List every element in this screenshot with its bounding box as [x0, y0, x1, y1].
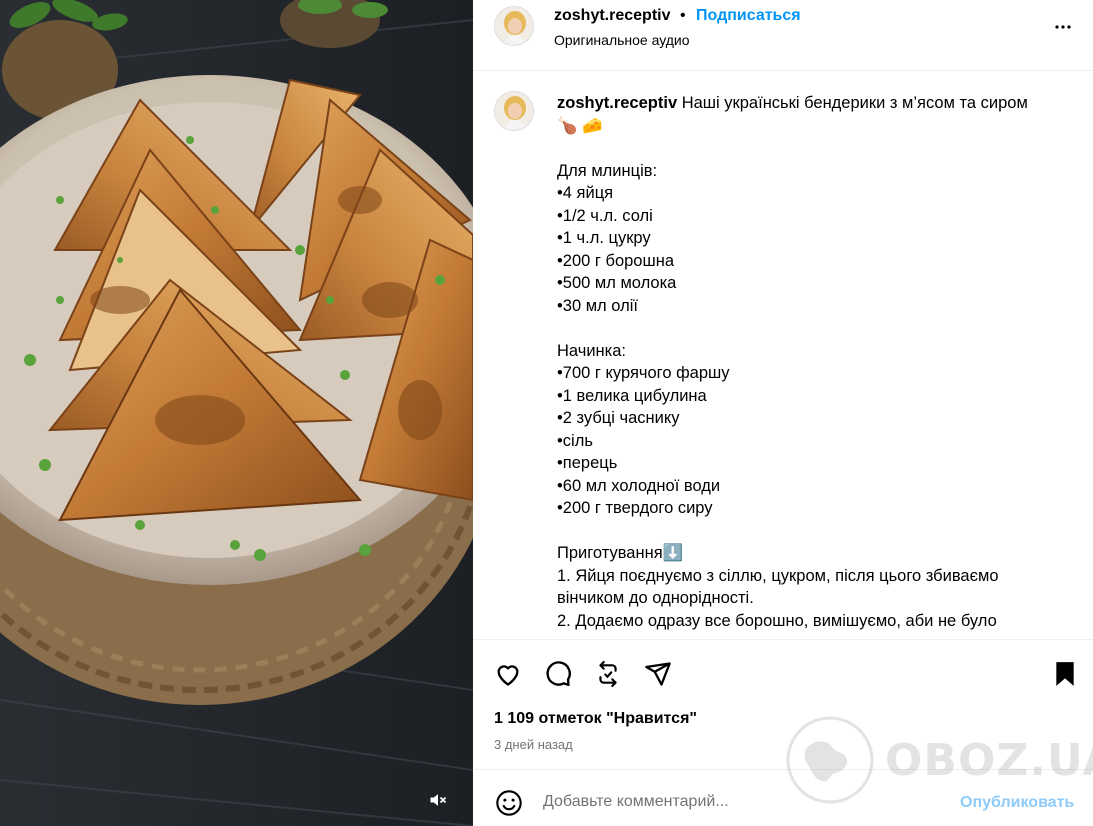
caption-emoji: 🍗 🧀 [557, 116, 603, 135]
post-comment-button[interactable]: Опубликовать [960, 794, 1074, 812]
audio-muted-button[interactable] [428, 790, 452, 814]
caption-scroll-area[interactable]: zoshyt.receptiv Наші українські бендерик… [473, 72, 1093, 639]
repost-icon [599, 661, 617, 687]
send-icon [645, 662, 671, 686]
caption-line: Для млинців: [557, 161, 658, 180]
caption-line: •перець [557, 454, 618, 472]
caption-line: •1 ч.л. цукру [557, 229, 651, 247]
caption-intro: Наші українські бендерики з м’ясом та си… [677, 94, 1028, 112]
repost-button[interactable] [591, 657, 625, 691]
caption-line: •сіль [557, 431, 593, 450]
speaker-muted-icon [430, 794, 447, 806]
comment-icon [546, 661, 571, 687]
emoji-button[interactable] [494, 788, 524, 818]
avatar-image [495, 92, 533, 130]
caption-line: Начинка: [557, 341, 626, 360]
more-horizontal-icon [1055, 25, 1071, 29]
author-avatar[interactable] [494, 6, 534, 46]
caption-line: •4 яйця [557, 184, 614, 202]
bookmark-filled-icon [1056, 662, 1074, 686]
caption-author-avatar[interactable] [494, 91, 534, 131]
post-time[interactable]: 3 дней назад [494, 737, 573, 752]
likes-count[interactable]: 1 109 отметок "Нравится" [494, 710, 697, 728]
save-button[interactable] [1048, 657, 1082, 691]
caption-line: •200 г борошна [557, 251, 674, 270]
food-photo [0, 0, 473, 826]
caption-line [557, 317, 1057, 340]
caption-lines: Для млинців: •4 яйця •1/2 ч.л. солі •1 ч.л.… [557, 137, 1057, 632]
comment-bar: Опубликовать [473, 769, 1093, 826]
caption-line: •700 г курячого фаршу [557, 364, 730, 382]
caption-line: •30 мл олії [557, 296, 638, 315]
post-header: zoshyt.receptiv • Подписаться Оригинальн… [473, 0, 1093, 71]
comment-button[interactable] [541, 657, 575, 691]
caption-line: 1. Яйця поєднуємо з сіллю, цукром, після… [557, 566, 1004, 608]
post-caption: zoshyt.receptiv Наші українські бендерик… [557, 92, 1057, 632]
like-button[interactable] [491, 657, 525, 691]
post-media[interactable] [0, 0, 473, 826]
post-panel: zoshyt.receptiv • Подписаться Оригинальн… [473, 0, 1093, 826]
caption-line: •1 велика цибулина [557, 386, 707, 405]
caption-line: 2. Додаємо одразу все борошно, вимішуємо… [557, 611, 997, 630]
caption-line [557, 137, 1057, 160]
caption-line: •2 зубці часнику [557, 409, 680, 427]
caption-line: •200 г твердого сиру [557, 499, 713, 517]
comment-input[interactable] [543, 790, 923, 814]
avatar-image [495, 7, 533, 45]
caption-line: •500 мл молока [557, 274, 677, 292]
audio-link[interactable]: Оригинальное аудио [554, 32, 690, 48]
share-button[interactable] [641, 657, 675, 691]
caption-username[interactable]: zoshyt.receptiv [557, 94, 677, 112]
caption-line: •1/2 ч.л. солі [557, 206, 653, 225]
caption-line: •60 мл холодної води [557, 476, 721, 495]
follow-button[interactable]: Подписаться [696, 7, 801, 25]
action-bar: 1 109 отметок "Нравится" 3 дней назад [473, 639, 1093, 769]
author-username[interactable]: zoshyt.receptiv [554, 7, 670, 25]
emoji-icon [496, 790, 522, 816]
caption-line: Приготування⬇️ [557, 544, 684, 562]
separator-dot: • [680, 7, 686, 24]
caption-line [557, 520, 1057, 543]
heart-icon [497, 665, 519, 686]
more-options-button[interactable] [1051, 15, 1075, 39]
